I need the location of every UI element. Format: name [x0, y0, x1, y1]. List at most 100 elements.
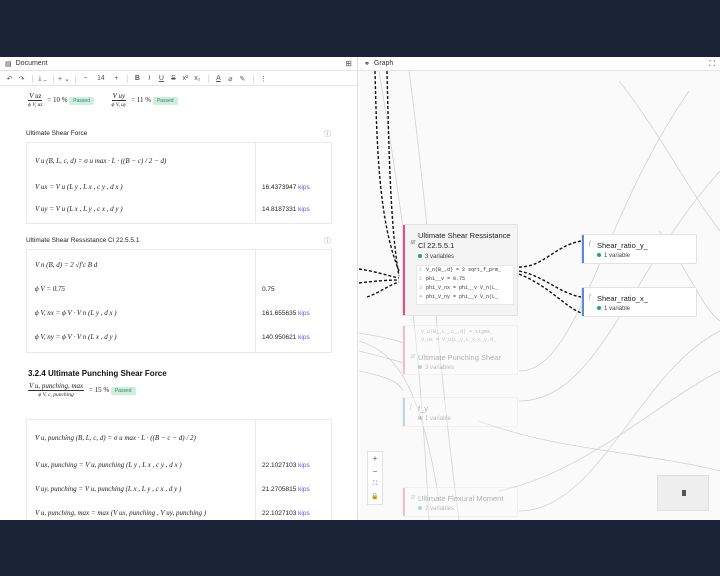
document-icon: ▤ [5, 60, 12, 68]
code-line: 1 V_n(B_,d) = 2 sqrt_f_prm_ [419, 267, 502, 273]
formula: V uy = V u (L x , L y , c x , d y ) [35, 205, 123, 213]
ratio-value: = 15 % [88, 386, 110, 395]
node-title: Shear_ratio_y_ [597, 241, 648, 250]
status-dot [418, 416, 422, 421]
result-value: 14.8187331 kips [262, 205, 310, 213]
text-color-button[interactable]: A [213, 75, 224, 82]
grid-view-icon[interactable]: ⊞ [345, 59, 352, 68]
calc-row[interactable]: V n (B, d) = 2 √f'c B d [27, 255, 331, 275]
lock-button[interactable]: 🔒 [371, 491, 378, 504]
node-accent-bar [582, 288, 584, 316]
calc-row[interactable]: V uy = V u (L x , L y , c x , d y ) 14.8… [27, 199, 331, 219]
formula: V u, punching, max = max (V ux, punching… [35, 509, 207, 517]
graph-node-punching-shear[interactable]: V_u(B_,L_,c_,d) = sigma_ V_ux = V_u(L_y,… [402, 325, 518, 375]
ratio-numerator: V uy [111, 92, 127, 101]
bold-button[interactable]: B [132, 75, 143, 82]
font-size-decrease-button[interactable]: − [80, 75, 91, 82]
fit-view-button[interactable]: ⛶ [373, 478, 377, 491]
more-options-button[interactable]: ⋮ [258, 75, 269, 83]
zoom-in-button[interactable]: + [373, 452, 378, 465]
toolbar-divider [74, 74, 76, 83]
ratio-value: = 10 % [47, 96, 68, 105]
calc-row[interactable]: V u (B, L, c, d) = σ u max · L · ((B − c… [27, 149, 331, 173]
ratio-fraction: V uy ϕ V, uy [111, 92, 126, 109]
ratio-numerator: V u, punching, max [28, 382, 85, 391]
status-badge: Passed [110, 386, 136, 395]
insert-dropdown[interactable]: ⤓ ⌄ [37, 75, 48, 83]
node-accent-bar [403, 398, 405, 426]
node-accent-bar [403, 225, 405, 315]
info-icon[interactable]: ⓘ [324, 236, 331, 246]
fullscreen-icon[interactable]: ⛶ [709, 59, 715, 69]
result-value: 22.1027103 kips [262, 509, 310, 517]
calc-row[interactable]: ϕ V, ny = ϕ V · V n (L x , d y ) 140.950… [27, 327, 331, 347]
faded-code-line: V_ux = V_u(L_y,L_x,c_y,d_ [421, 337, 497, 343]
redo-button[interactable]: ↷ [16, 75, 27, 83]
minimap[interactable] [657, 475, 709, 511]
underline-button[interactable]: U [156, 75, 167, 82]
info-icon[interactable]: ⓘ [324, 129, 331, 139]
section-title: Ultimate Shear Force [26, 130, 88, 137]
node-title: f_y [418, 404, 429, 413]
font-size-increase-button[interactable]: + [111, 75, 122, 82]
formula: ϕ V, ny = ϕ V · V n (L x , d y ) [35, 333, 117, 341]
status-dot [597, 306, 601, 311]
node-variable-count: 2 variables [418, 506, 454, 512]
graph-title: Graph [373, 60, 394, 67]
undo-button[interactable]: ↶ [4, 75, 15, 83]
graph-node-fy[interactable]: f f_y 1 variable [402, 397, 518, 427]
node-variable-count: 3 variables [418, 365, 454, 371]
font-size-field[interactable]: 14 [92, 75, 110, 82]
node-accent-bar [582, 235, 584, 263]
highlight-icon[interactable]: ⌀ [225, 75, 236, 83]
italic-button[interactable]: I [144, 75, 155, 82]
ratio-numerator: V uz [28, 92, 43, 101]
calc-row[interactable]: V ux = V u (L y , L x , c y , d x ) 16.4… [27, 177, 331, 197]
clear-format-icon[interactable]: ✎ [237, 75, 248, 83]
graph-node-flexural-moment[interactable]: ⊞ Ultimate Flexural Moment 2 variables [402, 487, 518, 517]
node-code-preview[interactable]: 1 V_n(B_,d) = 2 sqrt_f_prm_ 2 phi__v = 0.7… [416, 265, 514, 305]
calc-row[interactable]: V u, punching, max = max (V ux, punching… [27, 503, 331, 520]
result-value: 0.75 [262, 285, 275, 293]
graph-icon: ⚭ [364, 60, 370, 68]
toolbar-divider [126, 74, 128, 83]
superscript-button[interactable]: x² [180, 75, 191, 82]
formula: V n (B, d) = 2 √f'c B d [35, 261, 98, 269]
variable-icon: f [589, 241, 591, 247]
graph-node-shear-resistance[interactable]: ⊞ Ultimate Shear Ressistance Cl 22.5.5.1… [402, 224, 518, 316]
calc-row[interactable]: ϕ V = 0.75 0.75 [27, 279, 331, 299]
add-block-dropdown[interactable]: + ⌄ [58, 75, 70, 83]
node-variable-count: 3 variables [418, 254, 454, 260]
document-pane: ▤ Document ⊞ ↶ ↷ ⤓ ⌄ + ⌄ − 14 + B I U S … [0, 57, 358, 520]
calc-row[interactable]: V uy, punching = V u, punching (L x , L … [27, 479, 331, 499]
zoom-out-button[interactable]: − [373, 465, 378, 478]
calc-row[interactable]: ϕ V, nx = ϕ V · V n (L y , d x ) 161.655… [27, 303, 331, 323]
node-variable-count: 1 variable [597, 306, 630, 312]
formula: V ux = V u (L y , L x , c y , d x ) [35, 183, 123, 191]
result-value: 22.1027103 kips [262, 461, 310, 469]
status-badge: Passed [69, 96, 94, 105]
formula: V ux, punching = V u, punching (L y , L … [35, 461, 182, 469]
formula: V uy, punching = V u, punching (L x , L … [35, 485, 182, 493]
app-window: ▤ Document ⊞ ↶ ↷ ⤓ ⌄ + ⌄ − 14 + B I U S … [0, 57, 720, 520]
formula: ϕ V = 0.75 [35, 285, 65, 293]
formula: V u, punching (B, L, c, d) = σ u max · L… [35, 434, 196, 442]
status-badge: Passed [152, 96, 178, 105]
variable-icon: f [589, 294, 591, 300]
graph-pane[interactable]: ⚭ Graph ⛶ ⊞ Ultimate Shear Ressistance C… [359, 57, 720, 520]
shear-ratio-line: V uz ϕ V, uz = 10 % Passed V uy ϕ V, uy … [28, 92, 178, 109]
node-accent-bar [403, 488, 405, 516]
section-heading: 3.2.4 Ultimate Punching Shear Force [28, 369, 167, 378]
calculation-block: V n (B, d) = 2 √f'c B d ϕ V = 0.75 0.75 … [26, 249, 332, 353]
status-dot [418, 254, 422, 259]
calc-row[interactable]: V u, punching (B, L, c, d) = σ u max · L… [27, 426, 331, 450]
graph-node-shear-ratio-x[interactable]: f Shear_ratio_x_ 1 variable [581, 287, 697, 317]
subscript-button[interactable]: x₂ [192, 75, 203, 82]
result-value: 16.4373947 kips [262, 183, 310, 191]
node-accent-bar [403, 326, 405, 374]
result-value: 21.2705815 kips [262, 485, 310, 493]
graph-node-shear-ratio-y[interactable]: f Shear_ratio_y_ 1 variable [581, 234, 697, 264]
zoom-controls: + − ⛶ 🔒 [367, 451, 383, 505]
calc-row[interactable]: V ux, punching = V u, punching (L y , L … [27, 455, 331, 475]
strikethrough-button[interactable]: S [168, 75, 179, 82]
